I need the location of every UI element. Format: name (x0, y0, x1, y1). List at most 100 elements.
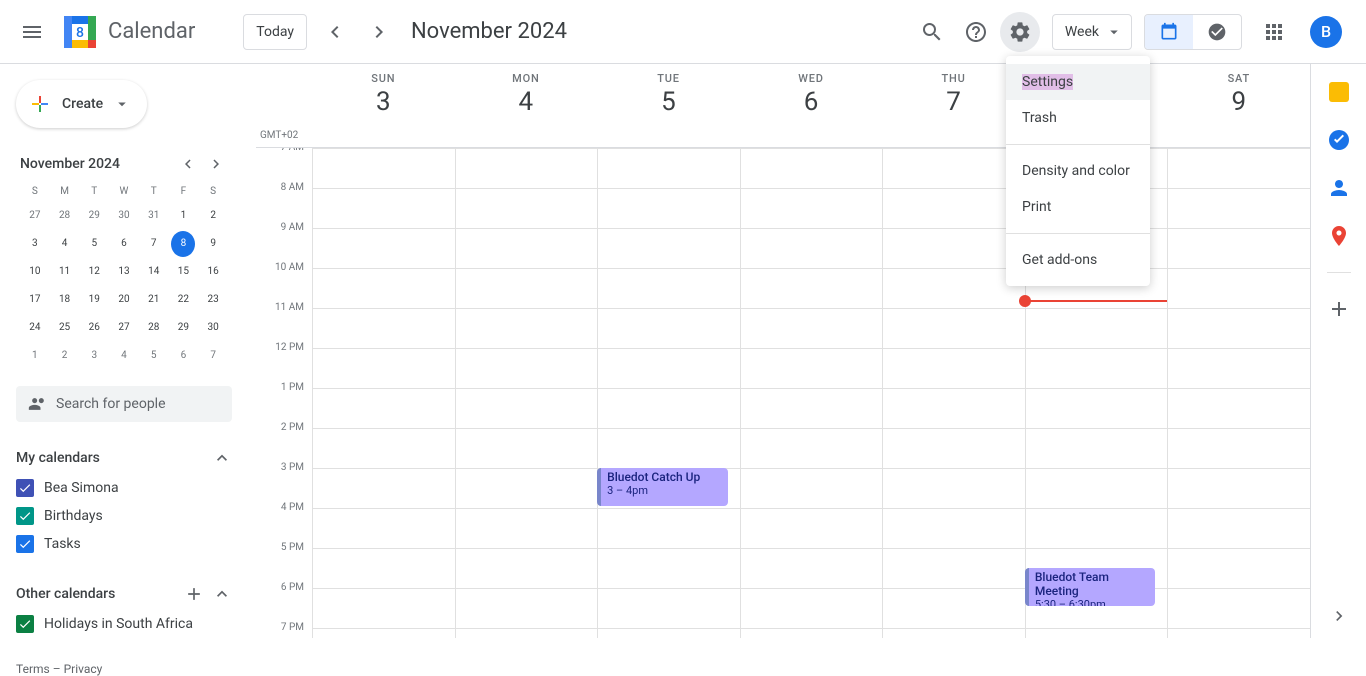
hour-row[interactable] (312, 508, 1310, 548)
menu-item-addons[interactable]: Get add-ons (1006, 242, 1150, 278)
mini-day-cell[interactable]: 29 (171, 315, 195, 341)
mini-prev-button[interactable] (176, 152, 200, 176)
hour-row[interactable] (312, 228, 1310, 268)
view-selector[interactable]: Week (1052, 14, 1132, 50)
hour-row[interactable] (312, 148, 1310, 188)
other-calendars-header[interactable]: Other calendars (16, 578, 232, 610)
menu-item-trash[interactable]: Trash (1006, 100, 1150, 136)
my-calendars-header[interactable]: My calendars (16, 442, 232, 474)
mini-day-cell[interactable]: 17 (23, 287, 47, 313)
day-header[interactable]: WED6 (740, 64, 883, 147)
mini-day-cell[interactable]: 30 (201, 315, 225, 341)
mini-day-cell[interactable]: 9 (201, 231, 225, 257)
mini-day-cell[interactable]: 12 (82, 259, 106, 285)
hour-row[interactable] (312, 548, 1310, 588)
main-menu-button[interactable] (8, 8, 56, 56)
prev-period-button[interactable] (319, 16, 351, 48)
mini-day-cell[interactable]: 10 (23, 259, 47, 285)
next-period-button[interactable] (363, 16, 395, 48)
mini-day-cell[interactable]: 11 (53, 259, 77, 285)
calendar-item[interactable]: Birthdays (16, 502, 232, 530)
day-header[interactable]: MON4 (455, 64, 598, 147)
mini-day-cell[interactable]: 21 (142, 287, 166, 313)
mini-day-cell[interactable]: 13 (112, 259, 136, 285)
mini-next-button[interactable] (204, 152, 228, 176)
account-avatar[interactable]: B (1310, 16, 1342, 48)
privacy-link[interactable]: Privacy (64, 662, 103, 676)
hour-row[interactable] (312, 348, 1310, 388)
mini-day-cell[interactable]: 27 (112, 315, 136, 341)
mini-day-cell[interactable]: 3 (82, 343, 106, 369)
mini-day-cell[interactable]: 28 (142, 315, 166, 341)
mini-day-cell[interactable]: 19 (82, 287, 106, 313)
mini-day-cell[interactable]: 7 (142, 231, 166, 257)
mini-day-cell[interactable]: 18 (53, 287, 77, 313)
hour-row[interactable] (312, 188, 1310, 228)
mini-day-cell[interactable]: 28 (53, 203, 77, 229)
mini-day-cell[interactable]: 31 (142, 203, 166, 229)
day-header[interactable]: SAT9 (1167, 64, 1310, 147)
calendar-checkbox[interactable] (16, 507, 34, 525)
calendar-item[interactable]: Holidays in South Africa (16, 610, 232, 638)
calendar-item[interactable]: Bea Simona (16, 474, 232, 502)
hour-row[interactable] (312, 268, 1310, 308)
day-header[interactable]: TUE5 (597, 64, 740, 147)
mini-day-cell[interactable]: 20 (112, 287, 136, 313)
mini-day-cell[interactable]: 4 (112, 343, 136, 369)
keep-addon-button[interactable] (1327, 80, 1351, 104)
hour-row[interactable] (312, 588, 1310, 628)
create-button[interactable]: Create (16, 80, 147, 128)
mini-day-cell[interactable]: 2 (53, 343, 77, 369)
mini-day-cell[interactable]: 24 (23, 315, 47, 341)
apps-button[interactable] (1254, 12, 1294, 52)
contacts-addon-button[interactable] (1327, 176, 1351, 200)
plus-icon[interactable] (184, 584, 204, 604)
hour-row[interactable] (312, 388, 1310, 428)
mini-day-cell[interactable]: 4 (53, 231, 77, 257)
calendar-event[interactable]: Bluedot Catch Up3 – 4pm (597, 468, 728, 506)
get-addons-button[interactable] (1327, 297, 1351, 321)
logo[interactable]: 8 Calendar (60, 12, 195, 52)
menu-item-density[interactable]: Density and color (1006, 153, 1150, 189)
mini-day-cell[interactable]: 27 (23, 203, 47, 229)
day-header[interactable]: THU7 (882, 64, 1025, 147)
calendar-checkbox[interactable] (16, 479, 34, 497)
mini-day-cell[interactable]: 15 (171, 259, 195, 285)
mini-day-cell[interactable]: 5 (82, 231, 106, 257)
search-button[interactable] (912, 12, 952, 52)
calendar-item[interactable]: Tasks (16, 530, 232, 558)
mini-day-cell[interactable]: 2 (201, 203, 225, 229)
tasks-mode-button[interactable] (1193, 15, 1241, 49)
hour-row[interactable] (312, 428, 1310, 468)
tasks-addon-button[interactable] (1327, 128, 1351, 152)
terms-link[interactable]: Terms (16, 662, 50, 676)
mini-day-cell[interactable]: 7 (201, 343, 225, 369)
calendar-mode-button[interactable] (1145, 15, 1193, 49)
menu-item-print[interactable]: Print (1006, 189, 1150, 225)
hour-row[interactable] (312, 308, 1310, 348)
calendar-event[interactable]: Bluedot Team Meeting5:30 – 6:30pm (1025, 568, 1156, 606)
settings-button[interactable] (1000, 12, 1040, 52)
mini-day-cell[interactable]: 6 (112, 231, 136, 257)
mini-day-cell[interactable]: 3 (23, 231, 47, 257)
expand-panel-button[interactable] (1329, 606, 1349, 626)
mini-day-cell[interactable]: 1 (23, 343, 47, 369)
mini-day-cell[interactable]: 30 (112, 203, 136, 229)
calendar-checkbox[interactable] (16, 535, 34, 553)
mini-day-cell[interactable]: 8 (171, 231, 195, 257)
mini-day-cell[interactable]: 23 (201, 287, 225, 313)
calendar-checkbox[interactable] (16, 615, 34, 633)
hour-row[interactable] (312, 628, 1310, 638)
day-header[interactable]: SUN3 (312, 64, 455, 147)
mini-day-cell[interactable]: 16 (201, 259, 225, 285)
search-people-input[interactable]: Search for people (16, 386, 232, 422)
mini-day-cell[interactable]: 29 (82, 203, 106, 229)
today-button[interactable]: Today (243, 14, 307, 50)
menu-item-settings[interactable]: Settings (1006, 64, 1150, 100)
mini-day-cell[interactable]: 26 (82, 315, 106, 341)
hour-row[interactable] (312, 468, 1310, 508)
maps-addon-button[interactable] (1327, 224, 1351, 248)
mini-day-cell[interactable]: 5 (142, 343, 166, 369)
mini-day-cell[interactable]: 22 (171, 287, 195, 313)
mini-day-cell[interactable]: 25 (53, 315, 77, 341)
